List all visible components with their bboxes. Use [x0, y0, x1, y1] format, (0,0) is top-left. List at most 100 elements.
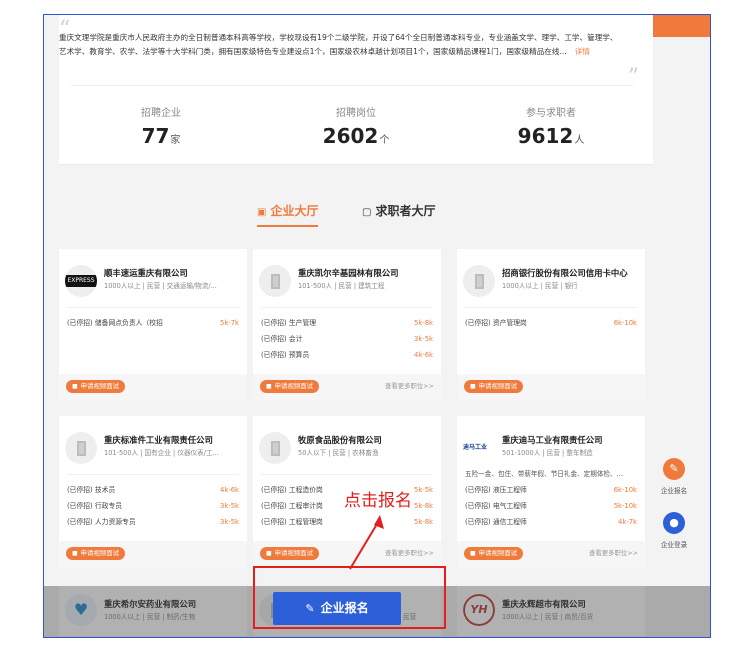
company-meta: 101-500人 | 国有企业 | 仪器仪表/工...: [104, 449, 219, 457]
job-row[interactable]: (已停招) 通信工程师 4k-7k: [465, 516, 637, 528]
company-card[interactable]: 重庆凯尔辛基园林有限公司 101-500人 | 民营 | 建筑工程 (已停招) …: [253, 249, 441, 400]
school-intro-text: 重庆文理学院是重庆市人民政府主办的全日制普通本科高等学校，学校现设有19个二级学…: [59, 31, 625, 59]
intro-paragraph: 重庆文理学院是重庆市人民政府主办的全日制普通本科高等学校，学校现设有19个二级学…: [59, 33, 618, 56]
tab-label: 企业大厅: [270, 204, 319, 218]
stat-label: 参与求职者: [526, 108, 576, 119]
company-card[interactable]: EXPRESS 顺丰速运重庆有限公司 1000人以上 | 民营 | 交通运输/物…: [59, 249, 247, 400]
stat-unit: 家: [170, 135, 181, 146]
job-salary: 5k-10k: [613, 502, 637, 510]
job-title: (已停招) 生产管理: [261, 319, 317, 327]
job-salary: 3k-5k: [220, 518, 239, 526]
apply-video-interview-button[interactable]: ■ 申请视频面试: [66, 380, 126, 393]
job-title: (已停招) 技术员: [67, 486, 116, 494]
job-row[interactable]: (已停招) 资产管理岗 6k-10k: [465, 317, 637, 329]
company-name[interactable]: 重庆凯尔辛基园林有限公司: [298, 267, 399, 279]
job-salary: 5k-7k: [220, 319, 239, 327]
company-meta: 1000人以上 | 民营 | 交通运输/物流/...: [104, 282, 217, 290]
company-name[interactable]: 顺丰速运重庆有限公司: [104, 267, 188, 279]
card-divider: [261, 307, 433, 308]
building-icon: [270, 273, 280, 289]
stat-positions: 招聘岗位 2602个: [266, 107, 446, 153]
annotation-arrow-icon: [349, 515, 384, 570]
intro-more-link[interactable]: 详情: [575, 47, 590, 56]
company-name[interactable]: 牧原食品股份有限公司: [298, 434, 382, 446]
apply-label: 申请视频面试: [80, 382, 120, 390]
building-icon: [474, 273, 484, 289]
briefcase-icon: ▢: [362, 207, 372, 218]
job-salary: 3k-5k: [414, 335, 433, 343]
apply-video-interview-button[interactable]: ■ 申请视频面试: [260, 380, 320, 393]
job-salary: 5k-8k: [414, 518, 433, 526]
job-row[interactable]: (已停招) 电气工程师 5k-10k: [465, 500, 637, 512]
orange-header-corner: [652, 15, 710, 37]
sf-express-logo: EXPRESS: [65, 275, 97, 287]
card-divider: [465, 307, 637, 308]
job-row[interactable]: (已停招) 预算员 4k-6k: [261, 349, 433, 361]
dima-logo: 迪马工业: [463, 444, 488, 451]
video-camera-icon: ■: [470, 550, 476, 557]
stat-value: 9612人: [461, 124, 641, 153]
hall-tabs: ▣ 企业大厅 ▢ 求职者大厅: [44, 202, 710, 227]
apply-video-interview-button[interactable]: ■ 申请视频面试: [464, 547, 524, 560]
job-row[interactable]: (已停招) 会计 3k-5k: [261, 333, 433, 345]
card-footer: ■ 申请视频面试: [457, 374, 645, 400]
company-meta: 101-500人 | 民营 | 建筑工程: [298, 282, 385, 290]
job-title: (已停招) 工程管理岗: [261, 518, 323, 526]
card-divider: [67, 307, 239, 308]
video-camera-icon: ■: [470, 383, 476, 390]
company-logo: EXPRESS: [65, 265, 97, 297]
job-title: (已停招) 行政专员: [67, 502, 123, 510]
apply-video-interview-button[interactable]: ■ 申请视频面试: [464, 380, 524, 393]
company-name[interactable]: 重庆迪马工业有限责任公司: [502, 434, 603, 446]
job-salary: 4k-6k: [414, 351, 433, 359]
company-meta: 50人以下 | 民营 | 农林畜渔: [298, 449, 379, 457]
stat-unit: 个: [379, 135, 390, 146]
stat-label: 招聘岗位: [336, 108, 376, 119]
card-divider: [67, 474, 239, 475]
browser-viewport: “ 重庆文理学院是重庆市人民政府主办的全日制普通本科高等学校，学校现设有19个二…: [43, 14, 711, 638]
company-card[interactable]: 重庆标准件工业有限责任公司 101-500人 | 国有企业 | 仪器仪表/工..…: [59, 416, 247, 567]
job-row[interactable]: (已停招) 液压工程师 6k-10k: [465, 484, 637, 496]
job-title: (已停招) 液压工程师: [465, 486, 527, 494]
stat-value: 77家: [71, 124, 251, 153]
job-title: (已停招) 资产管理岗: [465, 319, 527, 327]
job-salary: 6k-10k: [613, 319, 637, 327]
company-logo: [65, 432, 97, 464]
card-footer: ■ 申请视频面试 查看更多职位>>: [253, 374, 441, 400]
company-card[interactable]: 招商银行股份有限公司信用卡中心 1000人以上 | 民营 | 银行 (已停招) …: [457, 249, 645, 400]
job-salary: 4k-7k: [618, 518, 637, 526]
job-row[interactable]: (已停招) 技术员 4k-6k: [67, 484, 239, 496]
side-company-register[interactable]: ✎ 企业报名: [654, 458, 694, 495]
apply-video-interview-button[interactable]: ■ 申请视频面试: [66, 547, 126, 560]
tab-label: 求职者大厅: [375, 204, 436, 218]
job-salary: 5k-8k: [414, 502, 433, 510]
tab-jobseeker-hall[interactable]: ▢ 求职者大厅: [362, 202, 435, 222]
job-row[interactable]: (已停招) 生产管理 5k-8k: [261, 317, 433, 329]
video-camera-icon: ■: [72, 550, 78, 557]
card-divider: [261, 474, 433, 475]
apply-video-interview-button[interactable]: ■ 申请视频面试: [260, 547, 320, 560]
job-salary: 4k-6k: [220, 486, 239, 494]
more-jobs-link[interactable]: 查看更多职位>>: [385, 381, 434, 390]
pencil-icon: ✎: [663, 458, 685, 480]
job-row[interactable]: (已停招) 行政专员 3k-5k: [67, 500, 239, 512]
building-icon: [76, 440, 86, 456]
stat-number: 9612: [517, 124, 574, 148]
user-icon: ●: [663, 512, 685, 534]
job-title: (已停招) 电气工程师: [465, 502, 527, 510]
job-salary: 5k-5k: [414, 486, 433, 494]
job-title: (已停招) 通信工程师: [465, 518, 527, 526]
company-name[interactable]: 招商银行股份有限公司信用卡中心: [502, 267, 628, 279]
company-card[interactable]: 迪马工业 重庆迪马工业有限责任公司 501-1000人 | 民营 | 整车制造 …: [457, 416, 645, 567]
company-logo: 迪马工业: [463, 432, 495, 464]
annotation-highlight-box: [253, 566, 446, 629]
company-name[interactable]: 重庆标准件工业有限责任公司: [104, 434, 213, 446]
job-row[interactable]: (已停招) 储备网点负责人（校招 5k-7k: [67, 317, 239, 329]
job-salary: 6k-10k: [613, 486, 637, 494]
card-footer: ■ 申请视频面试 查看更多职位>>: [457, 541, 645, 567]
tab-company-hall[interactable]: ▣ 企业大厅: [257, 202, 319, 227]
more-jobs-link[interactable]: 查看更多职位>>: [589, 548, 638, 557]
job-title: (已停招) 预算员: [261, 351, 310, 359]
job-row[interactable]: (已停招) 人力资源专员 3k-5k: [67, 516, 239, 528]
side-company-login[interactable]: ● 企业登录: [654, 512, 694, 549]
